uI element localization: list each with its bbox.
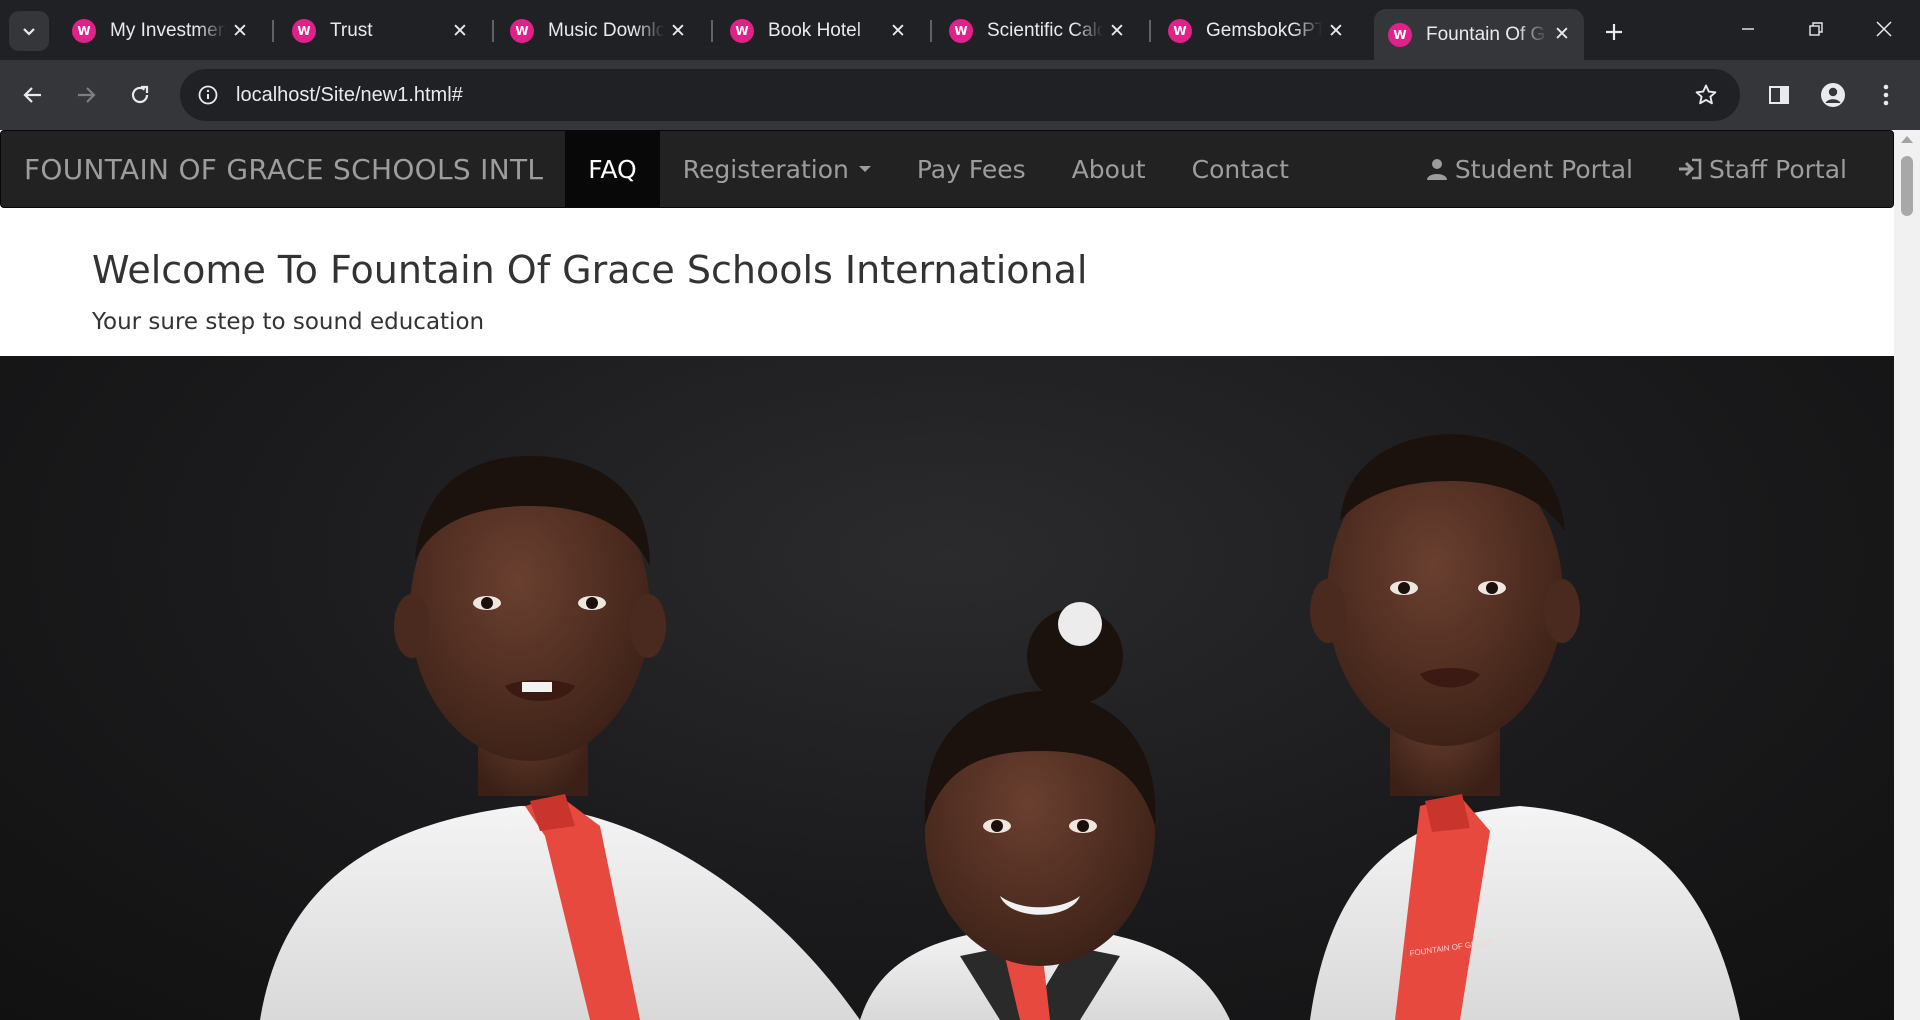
students-photo-illustration: FOUNTAIN OF GRACE <box>260 434 1740 1020</box>
close-icon <box>1876 21 1892 37</box>
student-left-boy <box>260 456 860 1020</box>
chevron-down-icon <box>23 28 35 36</box>
tab-trust[interactable]: Trust ✕ <box>278 9 482 53</box>
tab-separator <box>272 20 274 42</box>
tab-gemsbokgpt[interactable]: GemsbokGPT ✕ <box>1154 9 1358 53</box>
kebab-menu-icon <box>1883 84 1889 106</box>
tab-title: Fountain Of G <box>1426 23 1546 45</box>
page-title: Welcome To Fountain Of Grace Schools Int… <box>92 248 1088 292</box>
nav-contact[interactable]: Contact <box>1169 130 1312 208</box>
side-panel-icon <box>1769 86 1789 104</box>
tab-search-button[interactable] <box>9 11 49 51</box>
close-icon[interactable]: ✕ <box>226 17 254 45</box>
nav-about[interactable]: About <box>1049 130 1169 208</box>
student-right-boy: FOUNTAIN OF GRACE <box>1310 434 1740 1020</box>
nav-staff-portal-label: Staff Portal <box>1709 154 1847 184</box>
site-navbar: FOUNTAIN OF GRACE SCHOOLS INTL FAQ Regis… <box>0 130 1894 208</box>
arrow-right-icon <box>78 87 96 103</box>
new-tab-button[interactable] <box>1596 14 1632 50</box>
tab-fountain-of-grace[interactable]: Fountain Of G ✕ <box>1374 9 1584 60</box>
navbar-right: Student Portal Staff Portal <box>1403 130 1893 208</box>
caret-down-icon <box>858 166 871 172</box>
site-favicon-icon <box>292 19 316 43</box>
nav-registration-dropdown[interactable]: Registeration <box>660 130 894 208</box>
nav-student-portal-label: Student Portal <box>1454 154 1633 184</box>
log-in-icon <box>1679 158 1702 180</box>
tab-title: Trust <box>330 20 373 41</box>
tab-music-download[interactable]: Music Downlo ✕ <box>496 9 700 53</box>
tab-title: Book Hotel <box>768 20 861 41</box>
tab-separator <box>492 20 494 42</box>
address-bar[interactable]: localhost/Site/new1.html# <box>180 69 1740 121</box>
nav-staff-portal[interactable]: Staff Portal <box>1655 130 1893 208</box>
restore-button[interactable] <box>1784 6 1848 52</box>
tab-separator <box>1149 20 1151 42</box>
profile-icon <box>1821 83 1845 107</box>
menu-button[interactable] <box>1866 75 1906 115</box>
tab-strip: My Investmen ✕ Trust ✕ Music Downlo ✕ Bo… <box>0 0 1920 60</box>
reload-button[interactable] <box>120 75 160 115</box>
nav-registration-label: Registeration <box>682 154 849 184</box>
close-window-button[interactable] <box>1852 6 1916 52</box>
nav-student-portal[interactable]: Student Portal <box>1403 130 1655 208</box>
tab-title: Music Downlo <box>548 20 664 41</box>
plus-icon <box>1606 24 1622 40</box>
site-favicon-icon <box>510 19 534 43</box>
tab-title: My Investmen <box>110 20 226 41</box>
close-icon[interactable]: ✕ <box>884 17 912 45</box>
minimize-icon <box>1742 28 1754 30</box>
close-icon[interactable]: ✕ <box>446 17 474 45</box>
restore-icon <box>1809 22 1823 36</box>
tab-title: GemsbokGPT <box>1206 20 1322 41</box>
user-icon <box>1426 159 1447 180</box>
tab-book-hotel[interactable]: Book Hotel ✕ <box>716 9 920 53</box>
side-panel-button[interactable] <box>1759 75 1799 115</box>
site-favicon-icon <box>1168 19 1192 43</box>
tab-scientific-calculator[interactable]: Scientific Calc ✕ <box>935 9 1139 53</box>
forward-button[interactable] <box>66 75 106 115</box>
bookmark-star-icon[interactable] <box>1692 81 1720 109</box>
site-favicon-icon <box>72 19 96 43</box>
tab-separator <box>930 20 932 42</box>
tab-title: Scientific Calc <box>987 20 1103 41</box>
back-button[interactable] <box>13 75 53 115</box>
close-icon[interactable]: ✕ <box>1548 21 1576 49</box>
nav-faq[interactable]: FAQ <box>565 130 660 208</box>
nav-pay-fees[interactable]: Pay Fees <box>894 130 1049 208</box>
site-favicon-icon <box>730 19 754 43</box>
close-icon[interactable]: ✕ <box>1103 17 1131 45</box>
site-favicon-icon <box>1388 22 1412 47</box>
close-icon[interactable]: ✕ <box>1322 17 1350 45</box>
site-info-icon[interactable] <box>194 81 222 109</box>
student-center-girl <box>860 602 1230 1020</box>
minimize-button[interactable] <box>1716 6 1780 52</box>
site-favicon-icon <box>949 19 973 43</box>
tab-my-investment[interactable]: My Investmen ✕ <box>58 9 262 53</box>
url-text: localhost/Site/new1.html# <box>236 83 463 106</box>
page-viewport: FOUNTAIN OF GRACE SCHOOLS INTL FAQ Regis… <box>0 130 1920 1020</box>
page-scrollbar[interactable] <box>1894 130 1920 1020</box>
scrollbar-thumb[interactable] <box>1901 156 1913 216</box>
profile-button[interactable] <box>1813 75 1853 115</box>
site-brand[interactable]: FOUNTAIN OF GRACE SCHOOLS INTL <box>1 153 565 186</box>
reload-icon <box>131 85 149 104</box>
arrow-left-icon <box>23 87 41 103</box>
close-icon[interactable]: ✕ <box>664 17 692 45</box>
scroll-up-arrow-icon[interactable] <box>1901 136 1913 143</box>
page-tagline: Your sure step to sound education <box>92 309 485 335</box>
tab-separator <box>711 20 713 42</box>
hero-photo-students: FOUNTAIN OF GRACE <box>0 356 1894 1020</box>
